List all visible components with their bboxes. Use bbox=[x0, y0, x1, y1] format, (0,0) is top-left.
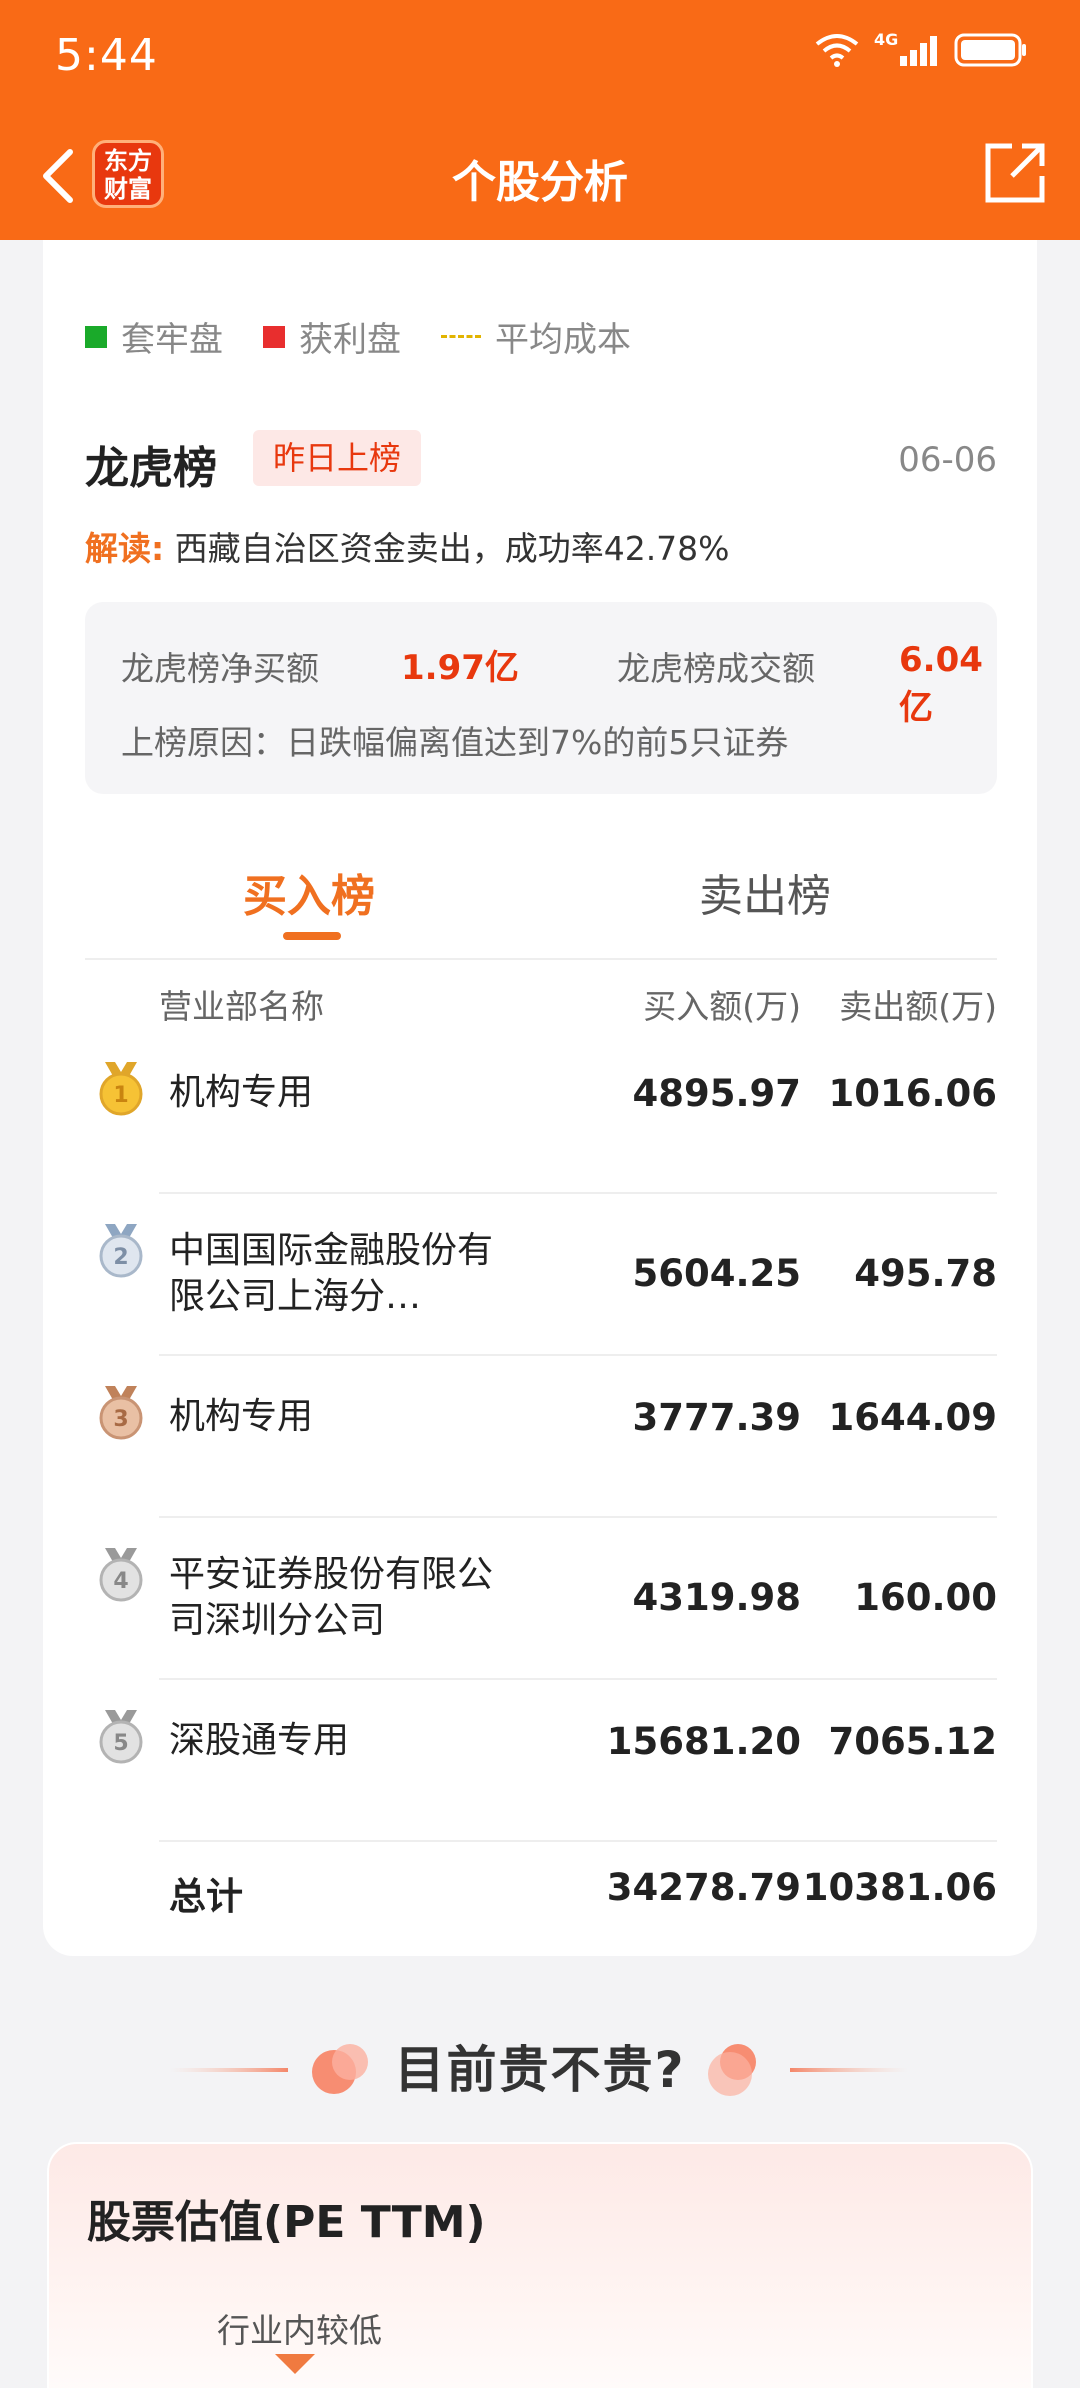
rank-five-medal-icon: 5 bbox=[99, 1710, 143, 1764]
volume-value: 6.04亿 bbox=[899, 640, 983, 728]
interpretation-label: 解读: bbox=[85, 529, 165, 568]
active-tab-indicator bbox=[283, 932, 341, 940]
branch-name: 平安证券股份有限公司深圳分公司 bbox=[169, 1554, 494, 1641]
sell-amount: 160.00 bbox=[854, 1576, 997, 1619]
legend-item-avg-cost: 平均成本 bbox=[441, 312, 631, 361]
list-date: 06-06 bbox=[898, 440, 997, 480]
header-buy-amount: 买入额(万) bbox=[643, 987, 801, 1026]
volume-label: 龙虎榜成交额 bbox=[617, 649, 815, 688]
valuation-card[interactable]: 股票估值(PE TTM) 行业内较低 bbox=[47, 2142, 1033, 2388]
table-row[interactable]: 2 中国国际金融股份有限公司上海分… 5604.25 495.78 bbox=[43, 1194, 1037, 1356]
valuation-title: 股票估值(PE TTM) bbox=[87, 2197, 486, 2248]
table-row[interactable]: 4 平安证券股份有限公司深圳分公司 4319.98 160.00 bbox=[43, 1518, 1037, 1680]
interpretation: 解读: 西藏自治区资金卖出，成功率42.78% bbox=[85, 522, 730, 570]
chip-legend: 套牢盘 获利盘 平均成本 bbox=[85, 312, 671, 361]
section-title: 目前贵不贵? bbox=[394, 2041, 686, 2099]
total-buy-amount: 34278.79 bbox=[606, 1866, 801, 1909]
header-sell-amount: 卖出额(万) bbox=[839, 987, 997, 1026]
buy-amount: 15681.20 bbox=[606, 1720, 801, 1763]
total-sell-amount: 10381.06 bbox=[802, 1866, 997, 1909]
wifi-icon bbox=[815, 34, 859, 67]
table-row[interactable]: 5 深股通专用 15681.20 7065.12 bbox=[43, 1680, 1037, 1842]
sell-amount: 1644.09 bbox=[828, 1396, 997, 1439]
svg-text:5: 5 bbox=[113, 1731, 128, 1756]
branch-name: 中国国际金融股份有限公司上海分… bbox=[169, 1230, 494, 1317]
status-icons: 4G bbox=[814, 30, 1028, 68]
table-row[interactable]: 1 机构专用 4895.97 1016.06 bbox=[43, 1032, 1037, 1194]
table-row[interactable]: 3 机构专用 3777.39 1644.09 bbox=[43, 1356, 1037, 1518]
valuation-note: 行业内较低 bbox=[217, 2311, 382, 2350]
net-buy-label: 龙虎榜净买额 bbox=[121, 649, 319, 688]
page-title: 个股分析 bbox=[452, 157, 628, 208]
svg-text:2: 2 bbox=[113, 1245, 128, 1270]
section-title: 龙虎榜 bbox=[85, 443, 217, 494]
dashed-line-icon bbox=[441, 335, 481, 338]
header-branch-name: 营业部名称 bbox=[159, 987, 324, 1026]
rank-four-medal-icon: 4 bbox=[99, 1548, 143, 1602]
svg-text:4: 4 bbox=[113, 1569, 128, 1594]
battery-icon bbox=[954, 33, 1026, 67]
gold-medal-icon: 1 bbox=[99, 1062, 143, 1116]
signal-icon: 4G bbox=[874, 30, 940, 68]
legend-item-trapped: 套牢盘 bbox=[85, 312, 223, 361]
red-square-icon bbox=[263, 325, 285, 348]
legend-item-profit: 获利盘 bbox=[263, 312, 401, 361]
status-badge: 昨日上榜 bbox=[253, 430, 422, 486]
branch-name: 机构专用 bbox=[169, 1072, 314, 1113]
bronze-medal-icon: 3 bbox=[99, 1386, 143, 1440]
total-label: 总计 bbox=[169, 1875, 243, 1918]
branch-name: 深股通专用 bbox=[169, 1720, 350, 1761]
buy-amount: 3777.39 bbox=[632, 1396, 801, 1439]
network-type: 4G bbox=[874, 30, 899, 49]
svg-text:3: 3 bbox=[113, 1407, 128, 1432]
silver-medal-icon: 2 bbox=[99, 1224, 143, 1278]
share-icon[interactable] bbox=[982, 140, 1048, 206]
row-divider bbox=[159, 1840, 997, 1842]
triangle-down-icon bbox=[275, 2354, 315, 2374]
dragon-tiger-card: 套牢盘 获利盘 平均成本 龙虎榜 昨日上榜 06-06 解读: 西藏自治区资金卖… bbox=[43, 240, 1037, 1956]
tab-buy-list[interactable]: 买入榜 bbox=[243, 860, 375, 924]
total-row: 总计 34278.79 10381.06 bbox=[43, 1860, 1037, 1920]
net-buy-value: 1.97亿 bbox=[401, 648, 519, 688]
green-square-icon bbox=[85, 325, 107, 348]
listing-reason: 上榜原因：日跌幅偏离值达到7%的前5只证券 bbox=[121, 723, 789, 762]
summary-box: 龙虎榜净买额 1.97亿 龙虎榜成交额 6.04亿 上榜原因：日跌幅偏离值达到7… bbox=[85, 602, 997, 794]
tab-sell-list[interactable]: 卖出榜 bbox=[699, 860, 831, 924]
svg-text:1: 1 bbox=[113, 1083, 128, 1108]
status-time: 5:44 bbox=[55, 30, 158, 81]
sell-amount: 1016.06 bbox=[828, 1072, 997, 1115]
branch-name: 机构专用 bbox=[169, 1396, 314, 1437]
sell-amount: 7065.12 bbox=[828, 1720, 997, 1763]
interpretation-text: 西藏自治区资金卖出，成功率42.78% bbox=[174, 529, 730, 568]
sell-amount: 495.78 bbox=[854, 1252, 997, 1295]
buy-amount: 5604.25 bbox=[632, 1252, 801, 1295]
buy-amount: 4895.97 bbox=[632, 1072, 801, 1115]
buy-amount: 4319.98 bbox=[632, 1576, 801, 1619]
valuation-section-header: 目前贵不贵? bbox=[0, 2030, 1080, 2110]
app-header: 5:44 4G 东方财富 个股分析 bbox=[0, 0, 1080, 240]
divider bbox=[85, 958, 997, 960]
